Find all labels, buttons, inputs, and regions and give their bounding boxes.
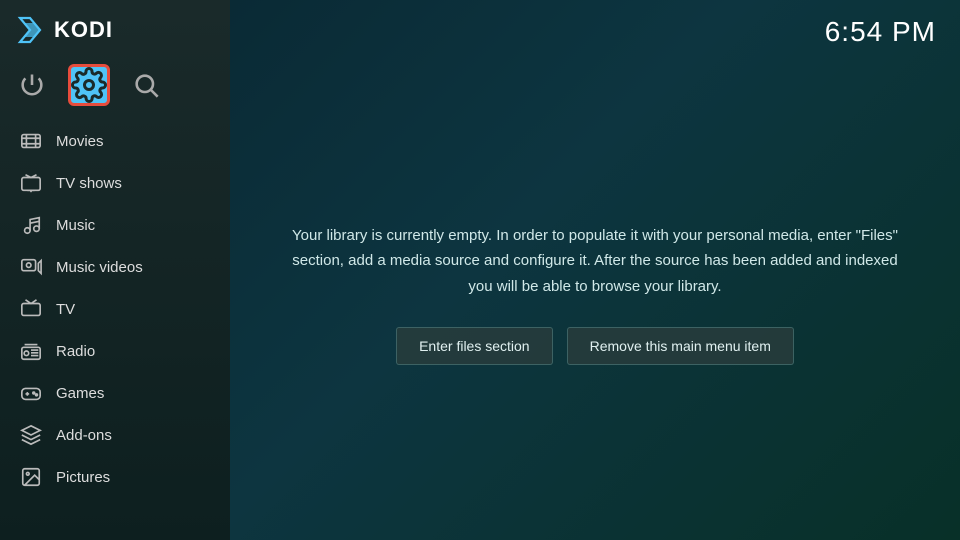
settings-button[interactable]: [68, 64, 110, 106]
tvshows-icon: [20, 172, 42, 194]
tv-icon: [20, 298, 42, 320]
enter-files-button[interactable]: Enter files section: [396, 327, 553, 365]
sidebar-item-games-label: Games: [56, 385, 104, 402]
remove-menu-item-button[interactable]: Remove this main menu item: [567, 327, 794, 365]
topbar: 6:54 PM: [230, 0, 960, 48]
sidebar-item-tv-label: TV: [56, 301, 75, 318]
sidebar-item-musicvideos-label: Music videos: [56, 259, 143, 276]
sidebar: KODI: [0, 0, 230, 540]
power-button[interactable]: [18, 71, 46, 99]
sidebar-item-pictures-label: Pictures: [56, 469, 110, 486]
nav-list: Movies TV shows: [0, 120, 230, 498]
musicvideos-icon: [20, 256, 42, 278]
sidebar-item-tvshows-label: TV shows: [56, 175, 122, 192]
action-buttons: Enter files section Remove this main men…: [396, 327, 794, 365]
addons-icon: [20, 424, 42, 446]
games-icon: [20, 382, 42, 404]
sidebar-item-radio-label: Radio: [56, 343, 95, 360]
sidebar-item-games[interactable]: Games: [0, 372, 230, 414]
sidebar-item-music[interactable]: Music: [0, 204, 230, 246]
time-display: 6:54 PM: [825, 16, 936, 48]
sidebar-item-pictures[interactable]: Pictures: [0, 456, 230, 498]
sidebar-item-movies-label: Movies: [56, 133, 104, 150]
sidebar-item-tvshows[interactable]: TV shows: [0, 162, 230, 204]
sidebar-item-addons[interactable]: Add-ons: [0, 414, 230, 456]
sidebar-item-musicvideos[interactable]: Music videos: [0, 246, 230, 288]
pictures-icon: [20, 466, 42, 488]
music-icon: [20, 214, 42, 236]
center-content: Your library is currently empty. In orde…: [230, 48, 960, 540]
sidebar-item-movies[interactable]: Movies: [0, 120, 230, 162]
main-content: 6:54 PM Your library is currently empty.…: [230, 0, 960, 540]
app-title: KODI: [54, 17, 113, 43]
sidebar-item-tv[interactable]: TV: [0, 288, 230, 330]
sidebar-item-radio[interactable]: Radio: [0, 330, 230, 372]
search-button[interactable]: [132, 71, 160, 99]
radio-icon: [20, 340, 42, 362]
kodi-logo-icon: [14, 14, 46, 46]
sidebar-item-music-label: Music: [56, 217, 95, 234]
library-message: Your library is currently empty. In orde…: [290, 223, 900, 300]
sidebar-icon-row: [0, 60, 230, 116]
sidebar-item-addons-label: Add-ons: [56, 427, 112, 444]
movies-icon: [20, 130, 42, 152]
sidebar-header: KODI: [0, 0, 230, 60]
